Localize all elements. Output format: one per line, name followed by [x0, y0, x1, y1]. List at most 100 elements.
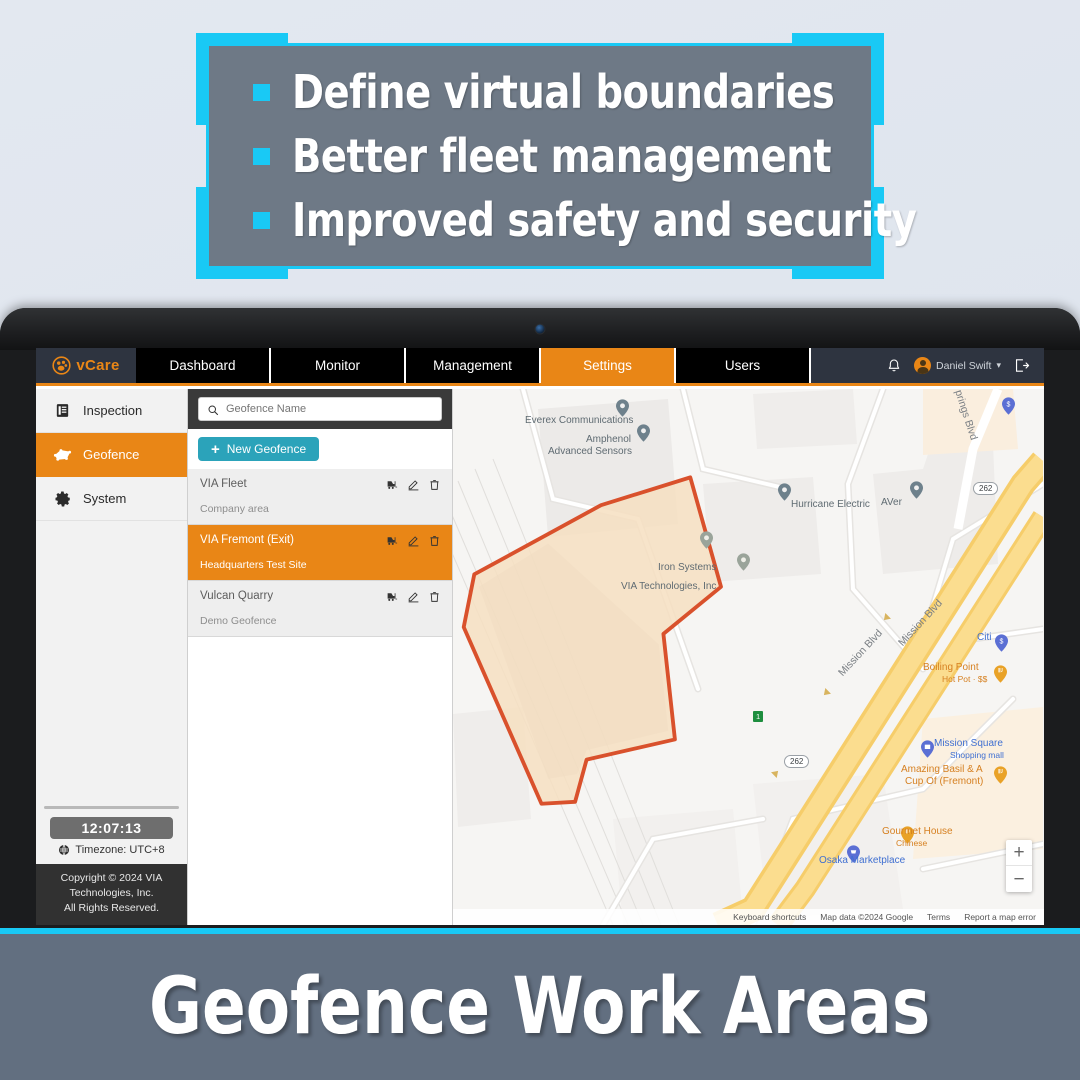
new-geofence-band: + New Geofence	[188, 429, 452, 469]
geofence-row-actions	[386, 478, 441, 491]
map-pin-bank[interactable]: $	[1002, 397, 1015, 415]
map-poi-label: Osaka Marketplace	[819, 855, 906, 866]
route-shield: 262	[973, 482, 999, 495]
terms-link[interactable]: Terms	[927, 912, 950, 922]
delete-icon[interactable]	[428, 478, 441, 491]
geofence-list-item[interactable]: Vulcan Quarry Demo Geofence	[188, 581, 452, 637]
zoom-out-button[interactable]: −	[1006, 866, 1032, 892]
bullet-square-icon	[253, 83, 270, 101]
map-vector-layer	[453, 389, 1043, 925]
paw-care-icon	[52, 356, 71, 375]
map-poi-label: Boiling Point	[923, 662, 979, 673]
banner-corner-bl-h	[196, 268, 288, 279]
app-logo[interactable]: vCare	[36, 348, 136, 383]
banner-corner-br-h	[792, 268, 884, 279]
copyright-line: Technologies, Inc.	[69, 887, 154, 899]
banner-bullet: Define virtual boundaries	[253, 65, 871, 119]
map-poi-label: Citi	[977, 632, 992, 643]
app-logo-text: vCare	[76, 357, 120, 374]
banner-bullet: Better fleet management	[253, 129, 871, 183]
map-poi-sublabel: Hot Pot · $$	[942, 674, 988, 684]
delete-icon[interactable]	[428, 590, 441, 603]
search-input[interactable]	[226, 403, 433, 415]
sidebar-item-label: Geofence	[83, 447, 140, 462]
webcam-icon	[534, 323, 546, 335]
map-pin-restaurant[interactable]	[994, 766, 1007, 784]
map-poi-label: Gourmet House	[882, 826, 953, 837]
search-icon	[207, 403, 219, 416]
new-geofence-button[interactable]: + New Geofence	[198, 437, 320, 461]
user-name: Daniel Swift	[936, 359, 992, 372]
assign-vehicle-icon[interactable]	[386, 534, 399, 547]
globe-icon	[58, 844, 70, 856]
map-marker-number: 1	[753, 711, 764, 722]
map-canvas[interactable]: $ $ Everex Communications Amphenol Advan…	[453, 389, 1044, 925]
navbar-right-group: Daniel Swift ▾	[811, 348, 1044, 383]
avatar	[914, 357, 932, 374]
map-pin[interactable]	[637, 424, 650, 442]
sidebar-item-label: Inspection	[83, 403, 143, 418]
gear-icon	[53, 489, 72, 508]
copyright-block: Copyright © 2024 VIA Technologies, Inc. …	[36, 864, 187, 925]
top-navbar: vCare Dashboard Monitor Management Setti…	[36, 348, 1044, 386]
search-band	[188, 389, 452, 429]
assign-vehicle-icon[interactable]	[386, 478, 399, 491]
search-box[interactable]	[198, 397, 442, 421]
edit-icon[interactable]	[407, 534, 420, 547]
map-poi-label: Advanced Sensors	[548, 446, 632, 457]
map-pin[interactable]	[700, 531, 713, 549]
delete-icon[interactable]	[428, 534, 441, 547]
nav-tab-settings[interactable]: Settings	[541, 348, 676, 383]
edit-icon[interactable]	[407, 590, 420, 603]
feature-banner: Define virtual boundaries Better fleet m…	[196, 33, 917, 279]
timezone-label: Timezone: UTC+8	[75, 844, 165, 856]
map-pin[interactable]	[910, 481, 923, 499]
edit-icon[interactable]	[407, 478, 420, 491]
geofence-row-actions	[386, 534, 441, 547]
banner-bullet-text: Improved safety and security	[292, 193, 917, 247]
nav-tab-management[interactable]: Management	[406, 348, 541, 383]
nav-tab-users[interactable]: Users	[676, 348, 811, 383]
geofence-row-actions	[386, 590, 441, 603]
copyright-line: Copyright © 2024 VIA	[60, 872, 163, 884]
clock-display: 12:07:13	[50, 817, 173, 839]
timezone-row: Timezone: UTC+8	[36, 844, 187, 864]
sidebar-item-inspection[interactable]: Inspection	[36, 389, 187, 433]
clipboard-icon	[53, 401, 72, 420]
bell-icon[interactable]	[886, 358, 902, 374]
sidebar-divider	[44, 806, 179, 809]
page-title: Geofence Work Areas	[149, 962, 931, 1052]
geofence-list-item-selected[interactable]: VIA Fremont (Exit) Headquarters Test Sit…	[188, 525, 452, 581]
map-attribution: Keyboard shortcuts Map data ©2024 Google…	[453, 909, 1044, 925]
bullet-square-icon	[253, 211, 270, 229]
map-pin-bank[interactable]: $	[995, 634, 1008, 652]
assign-vehicle-icon[interactable]	[386, 590, 399, 603]
map-pin[interactable]	[778, 483, 791, 501]
keyboard-shortcuts-link[interactable]: Keyboard shortcuts	[733, 912, 806, 922]
nav-tab-monitor[interactable]: Monitor	[271, 348, 406, 383]
map-data-credit: Map data ©2024 Google	[820, 912, 914, 922]
laptop-frame: vCare Dashboard Monitor Management Setti…	[0, 308, 1080, 928]
logout-icon[interactable]	[1013, 357, 1030, 374]
map-pin-shopping[interactable]	[921, 740, 934, 758]
map-poi-label: Hurricane Electric	[791, 499, 870, 510]
app-body: Inspection Geofence System 12:07:13 Time…	[36, 389, 1044, 925]
banner-panel: Define virtual boundaries Better fleet m…	[206, 43, 917, 269]
geofence-list-item[interactable]: VIA Fleet Company area	[188, 469, 452, 525]
map-poi-label: Cup Of (Fremont)	[905, 776, 984, 787]
map-poi-label: AVer	[881, 497, 902, 508]
sidebar-item-geofence[interactable]: Geofence	[36, 433, 187, 477]
sidebar-item-system[interactable]: System	[36, 477, 187, 521]
banner-bullet-text: Better fleet management	[292, 129, 832, 183]
map-pin-restaurant[interactable]	[994, 665, 1007, 683]
report-error-link[interactable]: Report a map error	[964, 912, 1036, 922]
nav-tab-dashboard[interactable]: Dashboard	[136, 348, 271, 383]
map-poi-label: Amazing Basil & A	[901, 764, 983, 775]
new-geofence-label: New Geofence	[226, 442, 307, 456]
map-pin[interactable]	[737, 553, 750, 571]
svg-text:$: $	[1007, 402, 1011, 409]
map-poi-label: Iron Systems	[658, 562, 717, 573]
zoom-in-button[interactable]: +	[1006, 840, 1032, 866]
user-menu[interactable]: Daniel Swift ▾	[914, 357, 1001, 374]
